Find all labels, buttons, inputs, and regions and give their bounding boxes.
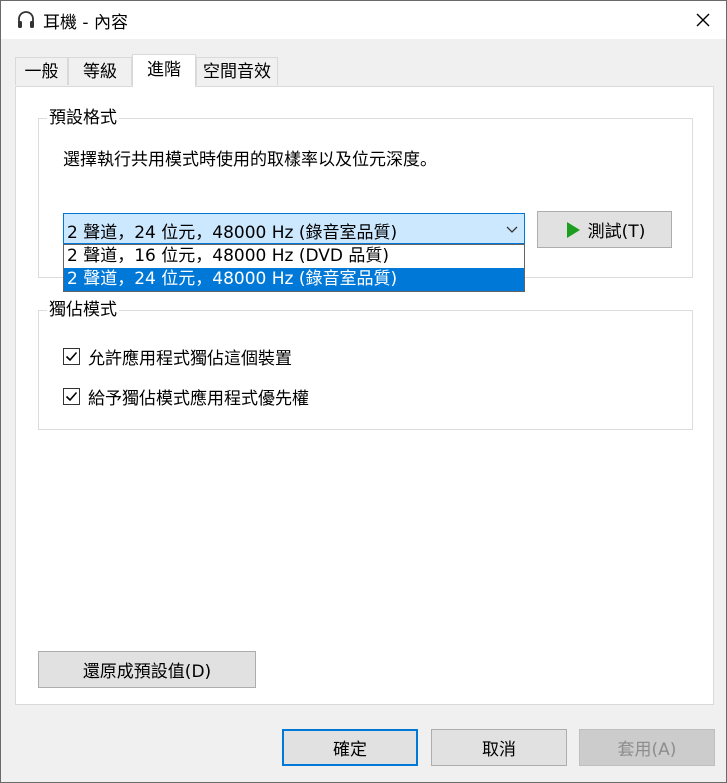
priority-exclusive-checkbox-row[interactable]: 給予獨佔模式應用程式優先權 [63, 384, 309, 409]
exclusive-mode-group: 獨佔模式 [38, 299, 693, 430]
test-button[interactable]: 測試(T) [537, 211, 672, 248]
ok-button[interactable]: 確定 [282, 729, 418, 766]
properties-dialog: 耳機 - 內容 一般 等級 進階 空間音效 預設格式 選擇執行共用模式時使用的取… [0, 0, 727, 783]
tab-panel: 預設格式 選擇執行共用模式時使用的取樣率以及位元深度。 2 聲道，24 位元，4… [15, 86, 714, 705]
tab-general[interactable]: 一般 [15, 57, 68, 85]
allow-exclusive-checkbox[interactable] [63, 347, 80, 365]
play-icon [566, 221, 580, 238]
cancel-button[interactable]: 取消 [431, 729, 567, 766]
title-bar: 耳機 - 內容 [1, 1, 726, 39]
format-option-selected[interactable]: 2 聲道，24 位元，48000 Hz (錄音室品質) [64, 268, 524, 291]
tab-advanced[interactable]: 進階 [132, 54, 196, 87]
format-option[interactable]: 2 聲道，16 位元，48000 Hz (DVD 品質) [64, 245, 524, 268]
allow-exclusive-label: 允許應用程式獨佔這個裝置 [88, 348, 292, 369]
headphones-icon [18, 11, 34, 28]
default-format-label: 預設格式 [47, 107, 119, 129]
checkmark-icon [65, 391, 78, 401]
tab-spatial-sound[interactable]: 空間音效 [196, 57, 278, 85]
format-dropdown-list: 2 聲道，16 位元，48000 Hz (DVD 品質) 2 聲道，24 位元，… [63, 244, 525, 292]
apply-button[interactable]: 套用(A) [579, 729, 715, 766]
restore-defaults-button[interactable]: 還原成預設值(D) [38, 651, 256, 688]
format-dropdown-value: 2 聲道，24 位元，48000 Hz (錄音室品質) [67, 223, 398, 243]
chevron-down-icon [506, 226, 518, 233]
tab-levels[interactable]: 等級 [68, 57, 132, 85]
format-description: 選擇執行共用模式時使用的取樣率以及位元深度。 [63, 150, 437, 170]
priority-exclusive-label: 給予獨佔模式應用程式優先權 [88, 388, 309, 409]
allow-exclusive-checkbox-row[interactable]: 允許應用程式獨佔這個裝置 [63, 344, 292, 369]
format-dropdown[interactable]: 2 聲道，24 位元，48000 Hz (錄音室品質) [63, 213, 525, 244]
close-button[interactable] [680, 1, 726, 39]
priority-exclusive-checkbox[interactable] [63, 387, 80, 405]
checkmark-icon [65, 351, 78, 361]
exclusive-mode-label: 獨佔模式 [47, 299, 119, 321]
window-title: 耳機 - 內容 [43, 13, 128, 33]
close-icon [696, 13, 710, 27]
